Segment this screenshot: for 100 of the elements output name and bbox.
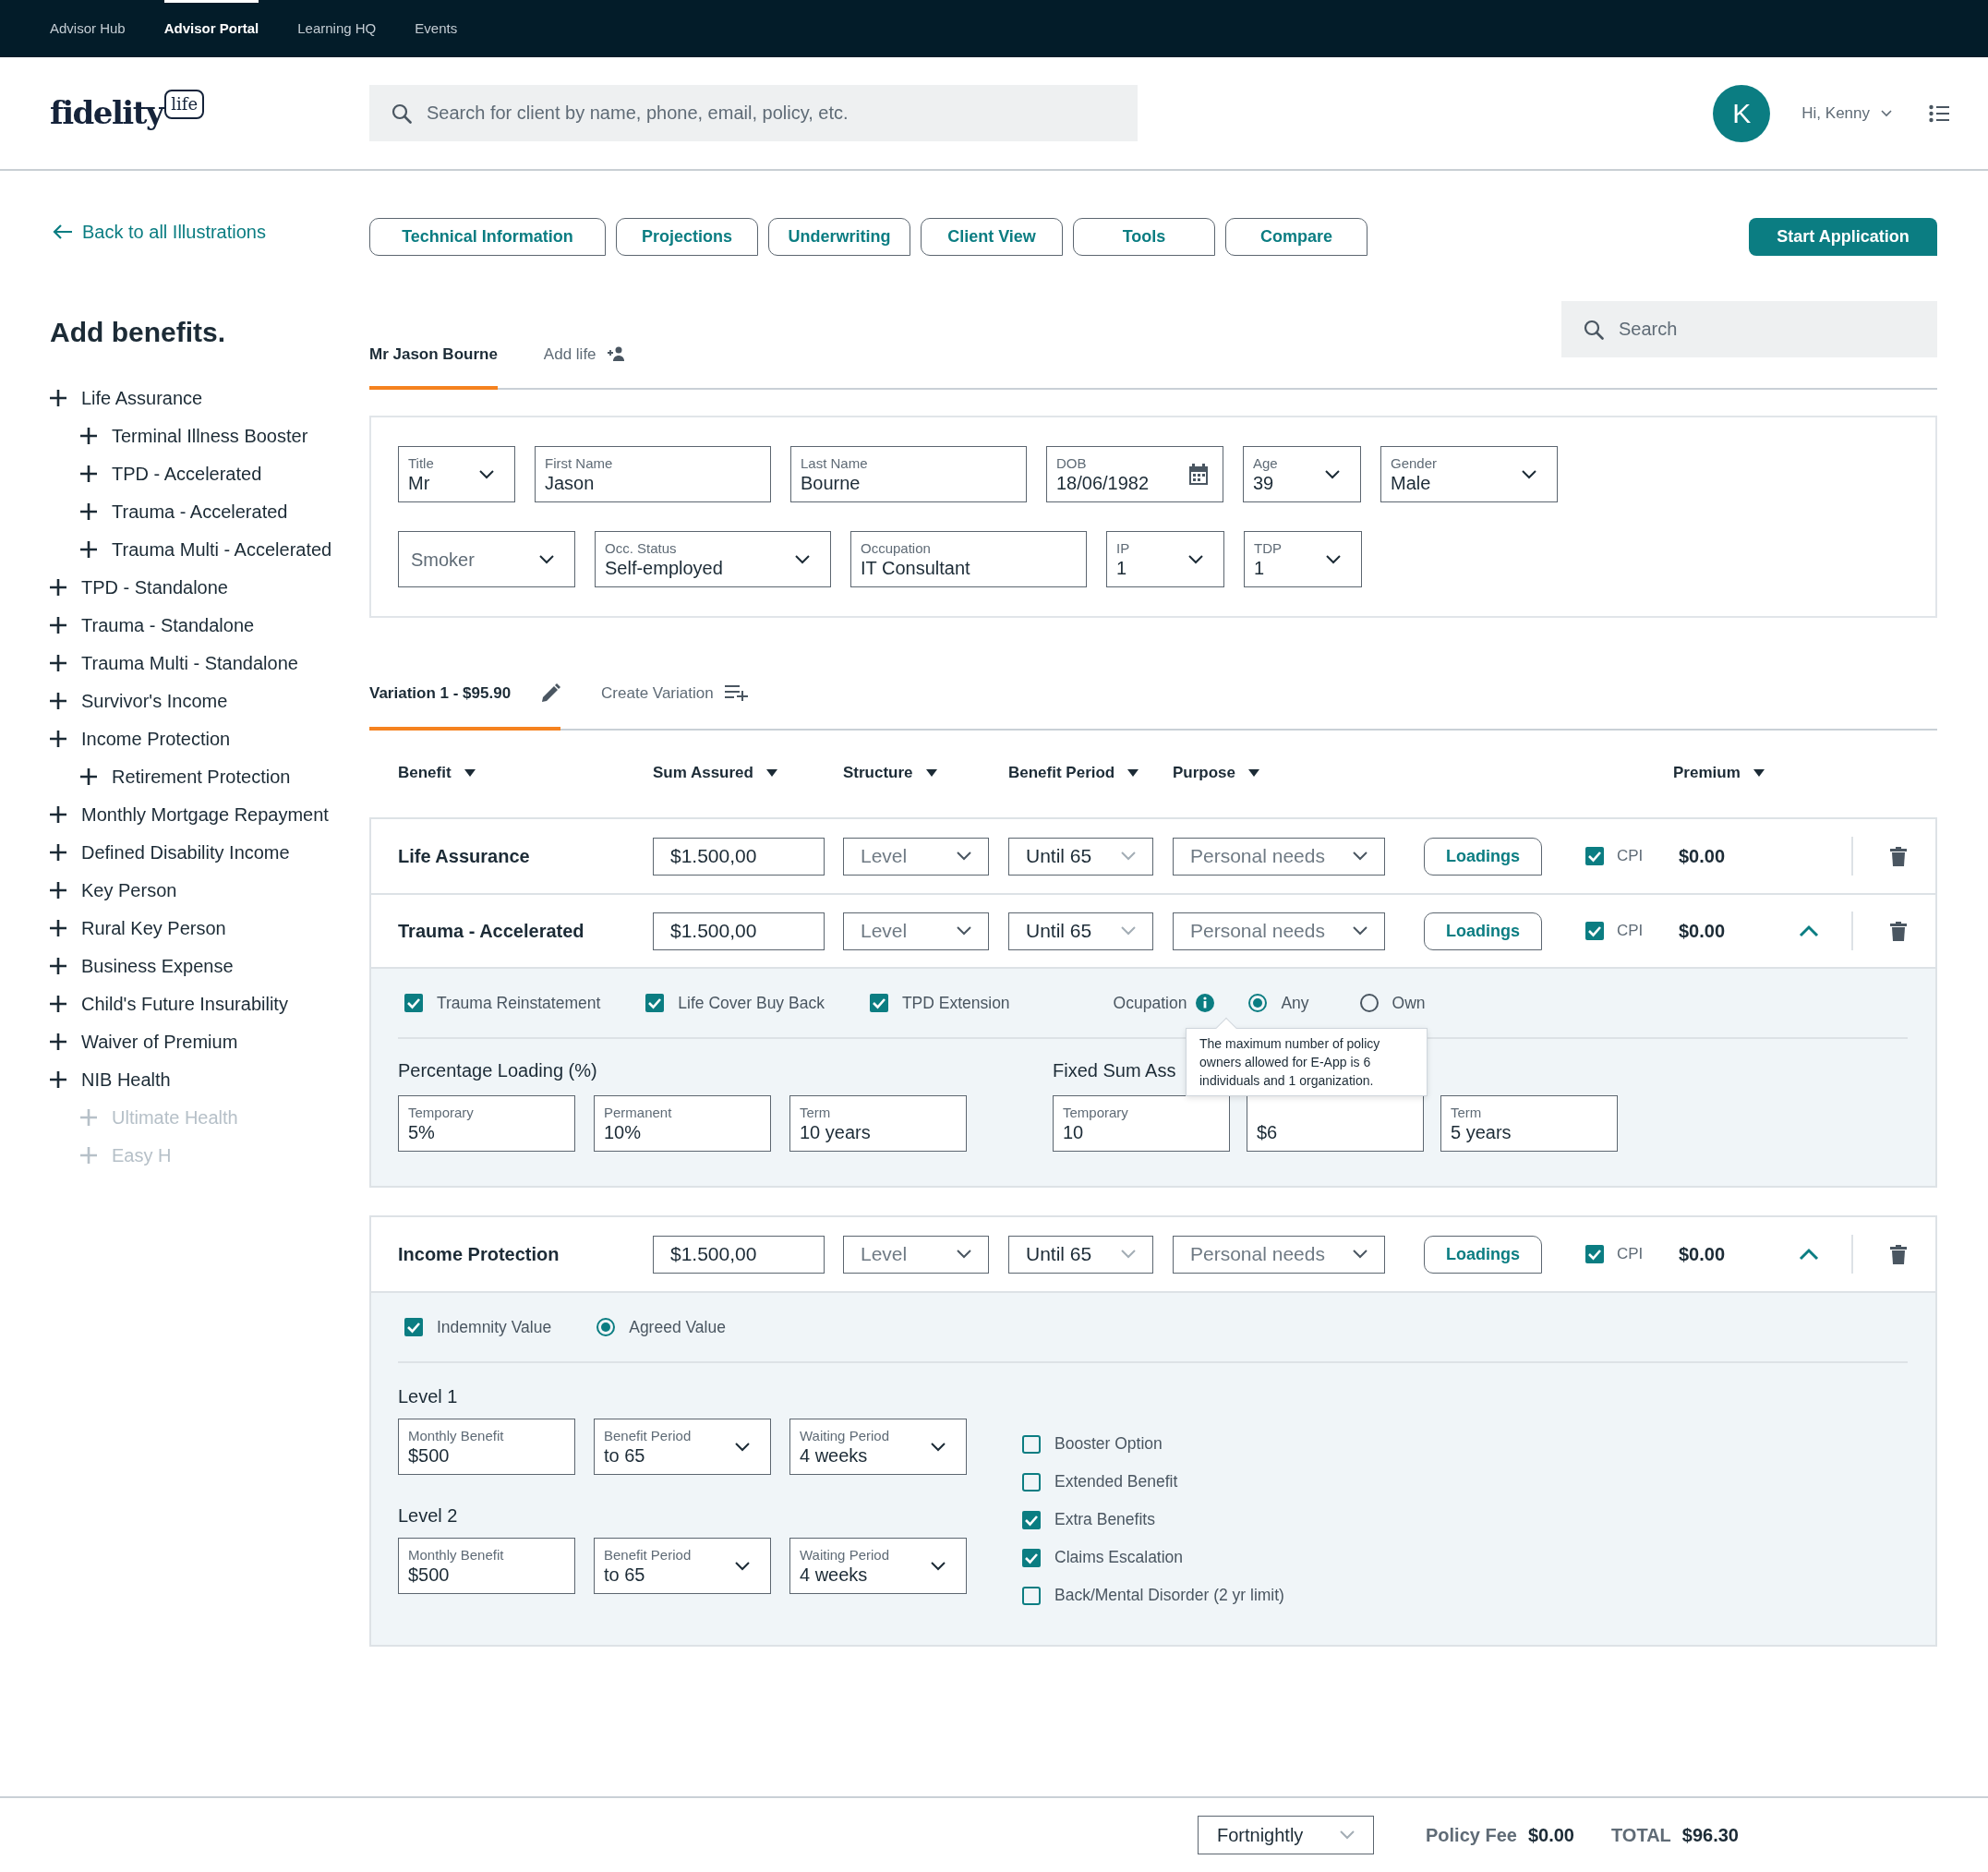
select-field[interactable]: Gender Male xyxy=(1380,446,1558,502)
structure-select[interactable]: Level xyxy=(843,912,989,950)
select-field[interactable]: Occ. Status Self-employed xyxy=(595,531,831,587)
chevron-up-icon[interactable] xyxy=(1799,924,1819,937)
loadings-button[interactable]: Loadings xyxy=(1424,837,1542,876)
benefit-period-select[interactable]: Until 65 xyxy=(1008,912,1153,950)
benefit-period-select[interactable]: Until 65 xyxy=(1008,1235,1153,1274)
column-header[interactable]: Benefit Period xyxy=(1008,762,1115,784)
input-field[interactable]: Term 10 years xyxy=(789,1095,967,1152)
checkbox[interactable] xyxy=(868,993,889,1013)
benefit-item[interactable]: Rural Key Person xyxy=(50,909,226,947)
calendar-icon[interactable] xyxy=(1187,463,1210,486)
tool-button[interactable]: Compare xyxy=(1225,218,1368,256)
input-field[interactable]: Term 5 years xyxy=(1440,1095,1618,1152)
sum-assured-field[interactable]: $1.500,00 xyxy=(653,1235,825,1274)
benefit-item[interactable]: Key Person xyxy=(50,871,177,909)
benefit-item[interactable]: Retirement Protection xyxy=(80,757,291,795)
user-menu[interactable]: Hi, Kenny xyxy=(1801,101,1892,126)
input-field[interactable]: Monthly Benefit $500 xyxy=(398,1538,575,1594)
checkbox[interactable] xyxy=(1584,846,1605,866)
benefit-item[interactable]: Waiver of Premium xyxy=(50,1022,238,1060)
purpose-select[interactable]: Personal needs xyxy=(1173,912,1385,950)
checkbox-option[interactable]: Indemnity Value xyxy=(404,1314,552,1340)
search-field[interactable]: Search for client by name, phone, email, policy, etc. xyxy=(369,85,1138,141)
variation-tab[interactable]: Variation 1 - $95.90 xyxy=(369,681,561,731)
nav-tab[interactable]: Advisor Portal xyxy=(163,0,259,57)
benefit-item[interactable]: Trauma Multi - Accelerated xyxy=(80,530,332,568)
benefit-item[interactable]: NIB Health xyxy=(50,1060,171,1098)
start-application-button[interactable]: Start Application xyxy=(1749,218,1937,256)
column-header[interactable]: Structure xyxy=(843,762,913,784)
caret-down-icon[interactable] xyxy=(765,769,777,777)
select-field[interactable]: Smoker xyxy=(398,531,575,587)
sum-assured-field[interactable]: $1.500,00 xyxy=(653,912,825,950)
checkbox-option[interactable]: Extended Benefit xyxy=(1021,1463,1284,1501)
input-field[interactable]: Temporary 10 xyxy=(1053,1095,1230,1152)
benefit-item[interactable]: Survivor's Income xyxy=(50,682,228,719)
input-field[interactable]: Permanent 10% xyxy=(594,1095,771,1152)
checkbox[interactable] xyxy=(1584,1244,1605,1264)
nav-tab[interactable]: Events xyxy=(415,0,458,57)
caret-down-icon[interactable] xyxy=(1127,769,1139,777)
radio-button[interactable] xyxy=(1247,993,1269,1013)
select-field[interactable]: Waiting Period 4 weeks xyxy=(789,1538,967,1594)
select-field[interactable]: IP 1 xyxy=(1106,531,1224,587)
checkbox[interactable] xyxy=(404,1317,424,1337)
benefit-item[interactable]: Child's Future Insurability xyxy=(50,984,288,1022)
checkbox[interactable] xyxy=(404,993,424,1013)
caret-down-icon[interactable] xyxy=(1753,769,1765,777)
sum-assured-field[interactable]: $1.500,00 xyxy=(653,837,825,876)
caret-down-icon[interactable] xyxy=(464,769,476,777)
benefit-item[interactable]: Trauma - Accelerated xyxy=(80,492,288,530)
benefit-item[interactable]: Business Expense xyxy=(50,947,234,984)
select-field[interactable]: TDP 1 xyxy=(1244,531,1362,587)
checkbox-option[interactable]: TPD Extension xyxy=(868,990,1010,1016)
loadings-button[interactable]: Loadings xyxy=(1424,1235,1542,1274)
radio-option[interactable]: Agreed Value xyxy=(596,1314,726,1340)
radio-button[interactable] xyxy=(596,1317,617,1337)
select-field[interactable]: Benefit Period to 65 xyxy=(594,1419,771,1475)
tool-button[interactable]: Tools xyxy=(1073,218,1215,256)
input-field[interactable]: Last Name Bourne xyxy=(790,446,1027,502)
life-tab[interactable]: Mr Jason Bourne xyxy=(369,342,498,390)
purpose-select[interactable]: Personal needs xyxy=(1173,1235,1385,1274)
benefit-item[interactable]: Defined Disability Income xyxy=(50,833,290,871)
info-icon[interactable] xyxy=(1196,994,1215,1012)
search-field[interactable]: Search xyxy=(1561,301,1937,357)
life-tab[interactable]: Add life xyxy=(543,342,624,390)
input-field[interactable]: Monthly Benefit $500 xyxy=(398,1419,575,1475)
checkbox-option[interactable]: Back/Mental Disorder (2 yr limit) xyxy=(1021,1576,1284,1614)
avatar[interactable]: K xyxy=(1713,84,1771,142)
input-field[interactable]: Temporary 5% xyxy=(398,1095,575,1152)
checkbox[interactable] xyxy=(1021,1509,1042,1530)
benefit-item[interactable]: Trauma Multi - Standalone xyxy=(50,644,298,682)
radio-option[interactable]: Any xyxy=(1247,990,1309,1016)
tool-button[interactable]: Projections xyxy=(616,218,758,256)
structure-select[interactable]: Level xyxy=(843,1235,989,1274)
caret-down-icon[interactable] xyxy=(1248,769,1260,777)
back-link[interactable]: Back to all Illustrations xyxy=(53,218,369,246)
loadings-button[interactable]: Loadings xyxy=(1424,912,1542,950)
nav-tab[interactable]: Learning HQ xyxy=(297,0,377,57)
input-field[interactable]: First Name Jason xyxy=(535,446,771,502)
radio-button[interactable] xyxy=(1358,993,1380,1013)
nav-tab[interactable]: Advisor Hub xyxy=(50,0,126,57)
column-header[interactable]: Sum Assured xyxy=(653,762,753,784)
input-field[interactable]: $6 xyxy=(1247,1095,1424,1152)
checkbox-option[interactable]: Booster Option xyxy=(1021,1425,1284,1463)
benefit-item[interactable]: Terminal Illness Booster xyxy=(80,417,308,454)
trash-icon[interactable] xyxy=(1890,846,1907,866)
input-field[interactable]: Occupation IT Consultant xyxy=(850,531,1087,587)
column-header[interactable]: Premium xyxy=(1673,762,1741,784)
date-field[interactable]: DOB 18/06/1982 xyxy=(1046,446,1223,502)
trash-icon[interactable] xyxy=(1890,921,1907,941)
tool-button[interactable]: Underwriting xyxy=(768,218,910,256)
column-header[interactable]: Purpose xyxy=(1173,762,1236,784)
benefit-item[interactable]: Income Protection xyxy=(50,719,231,757)
checkbox[interactable] xyxy=(1021,1547,1042,1568)
checkbox[interactable] xyxy=(1021,1433,1042,1455)
benefit-period-select[interactable]: Until 65 xyxy=(1008,837,1153,876)
tool-button[interactable]: Technical Information xyxy=(369,218,606,256)
variation-tab[interactable]: Create Variation xyxy=(601,681,749,731)
column-header[interactable]: Benefit xyxy=(398,762,452,784)
chevron-up-icon[interactable] xyxy=(1799,1248,1819,1261)
